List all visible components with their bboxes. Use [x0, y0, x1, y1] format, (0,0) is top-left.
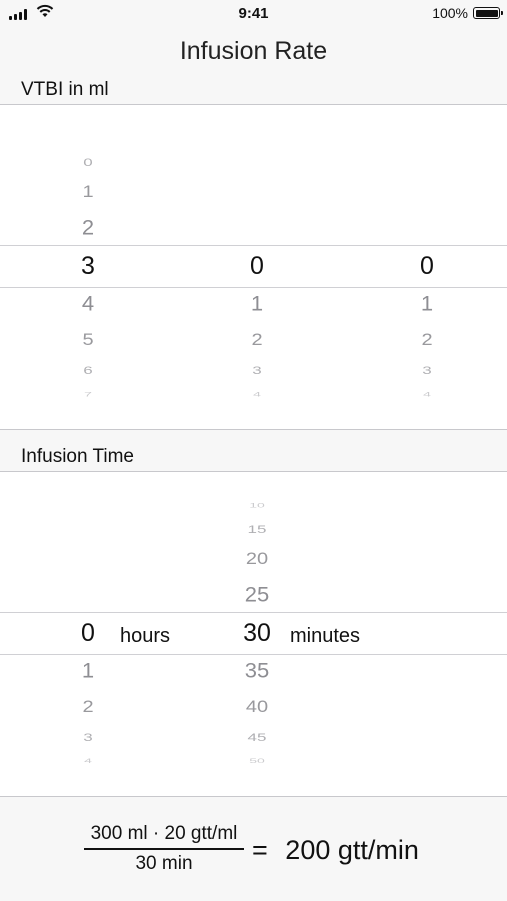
- formula-result: = 200 gtt/min: [252, 835, 419, 866]
- picker-option[interactable]: 25: [217, 584, 297, 605]
- picker-option[interactable]: 1: [387, 293, 467, 314]
- status-time: 9:41: [238, 5, 269, 22]
- picker-selected-value[interactable]: 3: [48, 253, 128, 279]
- picker-selected-value[interactable]: 0: [217, 253, 297, 279]
- page-title: Infusion Rate: [179, 37, 328, 65]
- picker-option[interactable]: 35: [217, 660, 297, 681]
- picker-option[interactable]: 1: [48, 660, 128, 681]
- picker-option[interactable]: 3: [217, 364, 297, 375]
- formula-fraction: 300 ml · 20 gtt/ml 30 min: [84, 823, 244, 875]
- picker-selected-value[interactable]: 0: [387, 253, 467, 279]
- picker-option[interactable]: 7: [48, 391, 128, 397]
- picker-option[interactable]: 6: [48, 364, 128, 375]
- picker-option[interactable]: 4: [48, 293, 128, 314]
- picker-option[interactable]: 50: [217, 758, 297, 764]
- vtbi-picker[interactable]: 3 2 1 0 4 5 6 7 0 1 2 3 4 0 1 2 3 4: [0, 105, 507, 429]
- result-value: 200 gtt/min: [285, 835, 419, 865]
- picker-option[interactable]: 2: [48, 217, 128, 238]
- picker-option[interactable]: 0: [48, 156, 128, 167]
- divider: [0, 429, 507, 430]
- battery-icon: [473, 7, 503, 19]
- picker-selected-value[interactable]: 0: [48, 620, 128, 646]
- picker-option[interactable]: 4: [48, 758, 128, 764]
- picker-option[interactable]: 45: [217, 731, 297, 742]
- status-bar: 9:41 100%: [0, 0, 507, 28]
- infusion-time-picker[interactable]: hours minutes 0 1 2 3 4 30 25 20 15 10 35 40 45 50: [0, 472, 507, 796]
- minutes-wheel[interactable]: 30 25 20 15 10 35 40 45 50: [217, 472, 297, 796]
- picker-option[interactable]: 1: [217, 293, 297, 314]
- hours-wheel[interactable]: 0 1 2 3 4: [48, 472, 128, 796]
- picker-option[interactable]: 3: [387, 364, 467, 375]
- vtbi-label: VTBI in ml: [21, 79, 109, 100]
- picker-option[interactable]: 5: [48, 332, 128, 349]
- picker-option[interactable]: 3: [48, 731, 128, 742]
- picker-option[interactable]: 40: [217, 699, 297, 716]
- battery-percentage: 100%: [432, 5, 468, 21]
- picker-option[interactable]: 2: [387, 332, 467, 349]
- infusion-time-label: Infusion Time: [21, 446, 134, 467]
- result-panel: 300 ml · 20 gtt/ml 30 min = 200 gtt/min: [0, 796, 507, 901]
- picker-option[interactable]: 1: [48, 184, 128, 201]
- formula-denominator: 30 min: [135, 852, 193, 874]
- picker-option[interactable]: 10: [217, 502, 297, 508]
- vtbi-wheel-1[interactable]: 3 2 1 0 4 5 6 7: [48, 105, 128, 429]
- picker-option[interactable]: 2: [217, 332, 297, 349]
- picker-option[interactable]: 15: [217, 523, 297, 534]
- picker-option[interactable]: 4: [217, 391, 297, 397]
- vtbi-wheel-3[interactable]: 0 1 2 3 4: [387, 105, 467, 429]
- minutes-unit-label: minutes: [290, 625, 361, 647]
- picker-option[interactable]: 20: [217, 551, 297, 568]
- formula-numerator: 300 ml · 20 gtt/ml: [90, 823, 238, 844]
- picker-option[interactable]: 4: [387, 391, 467, 397]
- picker-option[interactable]: 2: [48, 699, 128, 716]
- equals-sign: =: [252, 835, 268, 865]
- picker-selected-value[interactable]: 30: [217, 620, 297, 646]
- fraction-bar: [84, 848, 244, 850]
- vtbi-wheel-2[interactable]: 0 1 2 3 4: [217, 105, 297, 429]
